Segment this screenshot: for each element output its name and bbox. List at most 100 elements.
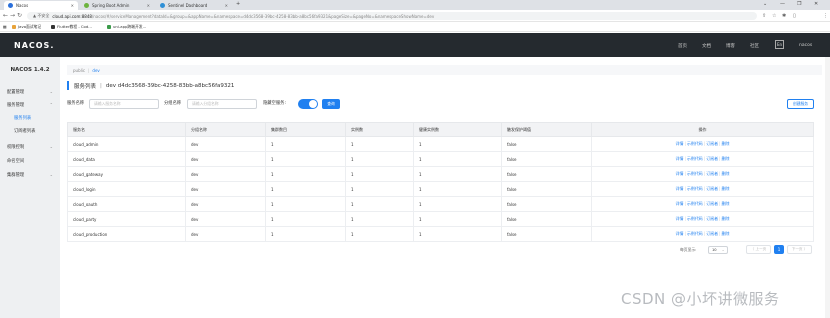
tab-sentinel-dashboard[interactable]: Sentinel Dashboard ✕ xyxy=(156,1,232,10)
sample-code-link[interactable]: 示例代码 xyxy=(687,171,703,176)
sample-code-link[interactable]: 示例代码 xyxy=(687,186,703,191)
language-toggle-button[interactable]: En xyxy=(775,40,784,49)
col-threshold[interactable]: 触发保护阈值 xyxy=(501,122,592,137)
col-clusters[interactable]: 集群数目 xyxy=(265,122,346,137)
sidebar-item-config[interactable]: 配置管理 ⌄ xyxy=(7,89,55,95)
bookmark-flutter[interactable]: Flutter教程 - Cod... xyxy=(51,24,92,30)
bookmark-star-icon[interactable]: ☆ xyxy=(772,13,778,19)
nav-docs[interactable]: 文档 xyxy=(702,43,711,49)
not-secure-label[interactable]: ▲ 不安全 xyxy=(33,13,49,19)
forward-icon[interactable]: → xyxy=(10,12,15,19)
sidebar-item-subscribers[interactable]: 订阅者列表 xyxy=(14,128,35,134)
sample-code-link[interactable]: 示例代码 xyxy=(687,216,703,221)
tab-spring-boot-admin[interactable]: Spring Boot Admin ✕ xyxy=(80,1,154,10)
cell-instances: 1 xyxy=(345,211,414,227)
extensions-icon[interactable]: ✱ xyxy=(782,13,788,19)
url-input[interactable]: ▲ 不安全 cloud.api.com:8848 /nacos/#/servic… xyxy=(27,12,757,20)
cell-instances: 1 xyxy=(345,166,414,182)
detail-link[interactable]: 详情 xyxy=(675,231,683,236)
close-window-button[interactable]: ✕ xyxy=(814,1,818,7)
reload-icon[interactable]: ↻ xyxy=(17,12,22,19)
delete-link[interactable]: 删除 xyxy=(722,201,730,206)
namespace-public[interactable]: public xyxy=(73,68,85,73)
subscribers-link[interactable]: 订阅者 xyxy=(706,201,718,206)
nav-blog[interactable]: 博客 xyxy=(726,43,735,49)
hide-empty-toggle[interactable] xyxy=(298,99,318,109)
close-tab-icon[interactable]: ✕ xyxy=(225,3,228,8)
delete-link[interactable]: 删除 xyxy=(722,141,730,146)
tab-search-icon[interactable]: ⌄ xyxy=(763,1,767,7)
per-page-select[interactable]: 10 ⌄ xyxy=(708,246,728,254)
sidebar-item-cluster[interactable]: 集群管理 ⌄ xyxy=(7,172,55,178)
sample-code-link[interactable]: 示例代码 xyxy=(687,201,703,206)
cell-healthy: 1 xyxy=(413,166,502,182)
sidebar-item-auth[interactable]: 权限控制 ⌄ xyxy=(7,144,55,150)
sample-code-link[interactable]: 示例代码 xyxy=(687,231,703,236)
sidebar-item-namespace[interactable]: 命名空间 xyxy=(7,158,55,164)
menu-kebab-icon[interactable]: ⋮ xyxy=(823,13,829,19)
new-tab-button[interactable]: + xyxy=(236,1,240,7)
cell-group: dev xyxy=(185,181,266,197)
delete-link[interactable]: 删除 xyxy=(722,171,730,176)
spring-favicon-icon xyxy=(84,3,89,8)
detail-link[interactable]: 详情 xyxy=(675,171,683,176)
group-name-input[interactable]: 请输入分组名称 xyxy=(187,99,257,109)
namespace-dev[interactable]: dev xyxy=(92,68,99,73)
user-menu[interactable]: nacos xyxy=(799,43,812,48)
delete-link[interactable]: 删除 xyxy=(722,156,730,161)
detail-link[interactable]: 详情 xyxy=(675,156,683,161)
detail-link[interactable]: 详情 xyxy=(675,186,683,191)
subscribers-link[interactable]: 订阅者 xyxy=(706,141,718,146)
service-name-input[interactable]: 请输入服务名称 xyxy=(89,99,159,109)
nacos-logo[interactable]: NACOS. xyxy=(14,41,54,50)
subscribers-link[interactable]: 订阅者 xyxy=(706,231,718,236)
col-actions: 操作 xyxy=(591,122,814,137)
delete-link[interactable]: 删除 xyxy=(722,216,730,221)
prev-page-button[interactable]: 〈 上一页 xyxy=(746,245,771,254)
subscribers-link[interactable]: 订阅者 xyxy=(706,156,718,161)
close-tab-icon[interactable]: ✕ xyxy=(71,3,74,8)
create-service-button[interactable]: 创建服务 xyxy=(787,99,814,109)
minimize-button[interactable]: — xyxy=(780,1,785,7)
browser-tab-bar: Nacos ✕ Spring Boot Admin ✕ Sentinel Das… xyxy=(0,0,830,10)
nav-community[interactable]: 社区 xyxy=(750,43,759,49)
detail-link[interactable]: 详情 xyxy=(675,201,683,206)
subscribers-link[interactable]: 订阅者 xyxy=(706,171,718,176)
detail-link[interactable]: 详情 xyxy=(675,216,683,221)
delete-link[interactable]: 删除 xyxy=(722,231,730,236)
col-healthy[interactable]: 健康实例数 xyxy=(413,122,502,137)
col-instances[interactable]: 实例数 xyxy=(345,122,414,137)
sample-code-link[interactable]: 示例代码 xyxy=(687,141,703,146)
uniapp-icon xyxy=(107,25,111,29)
sidebar-item-service[interactable]: 服务管理 ⌃ xyxy=(7,102,55,108)
namespace-breadcrumb: public | dev xyxy=(67,65,822,75)
next-page-button[interactable]: 下一页 〉 xyxy=(787,245,812,254)
cell-service-name: cloud_production xyxy=(67,226,186,242)
cell-instances: 1 xyxy=(345,136,414,152)
detail-link[interactable]: 详情 xyxy=(675,141,683,146)
subscribers-link[interactable]: 订阅者 xyxy=(706,216,718,221)
sidepanel-icon[interactable]: ▯ xyxy=(793,13,799,19)
sample-code-link[interactable]: 示例代码 xyxy=(687,156,703,161)
tab-nacos[interactable]: Nacos ✕ xyxy=(4,1,78,10)
action-separator: | xyxy=(703,186,706,191)
bookmark-java-notes[interactable]: Java面试笔记 xyxy=(12,24,41,30)
back-icon[interactable]: ← xyxy=(3,12,8,19)
col-service-name[interactable]: 服务名 xyxy=(67,122,186,137)
nav-home[interactable]: 首页 xyxy=(678,43,687,49)
apps-icon[interactable]: ▦ xyxy=(3,24,7,29)
sidebar-item-service-list[interactable]: 服务列表 xyxy=(14,115,31,121)
col-group[interactable]: 分组名称 xyxy=(185,122,266,137)
per-page-label: 每页显示: xyxy=(680,247,697,252)
bookmark-uniapp[interactable]: uni-app跨端开发... xyxy=(107,24,146,30)
version-label: NACOS 1.4.2 xyxy=(10,67,50,73)
subscribers-link[interactable]: 订阅者 xyxy=(706,186,718,191)
page-scrollbar[interactable] xyxy=(825,57,830,318)
maximize-button[interactable]: ❐ xyxy=(797,1,801,7)
share-icon[interactable]: ⇪ xyxy=(762,13,768,19)
cell-service-name: cloud_gateway xyxy=(67,166,186,182)
current-page-button[interactable]: 1 xyxy=(774,245,784,254)
delete-link[interactable]: 删除 xyxy=(722,186,730,191)
close-tab-icon[interactable]: ✕ xyxy=(147,3,150,8)
query-button[interactable]: 查询 xyxy=(322,99,340,109)
